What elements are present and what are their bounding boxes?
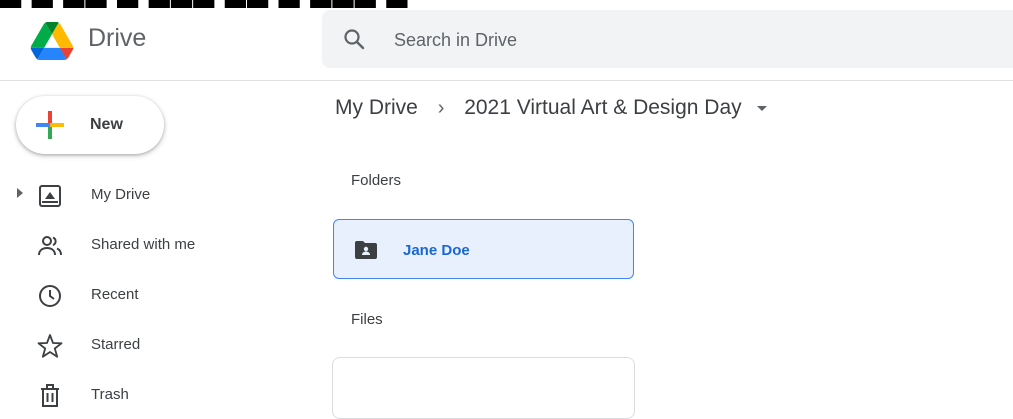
sidebar-item-recent[interactable]: Recent	[0, 274, 300, 318]
my-drive-icon	[39, 185, 61, 207]
shared-icon	[38, 236, 62, 256]
sidebar-item-label: Starred	[91, 336, 141, 353]
expand-arrow-icon[interactable]	[17, 188, 23, 198]
dropdown-arrow-icon[interactable]	[757, 105, 768, 111]
file-card[interactable]	[332, 357, 635, 419]
folder-card[interactable]: Jane Doe	[333, 219, 634, 279]
sidebar-item-label: Recent	[91, 286, 139, 303]
trash-icon	[41, 384, 59, 407]
new-button-label: New	[90, 116, 123, 133]
star-icon	[37, 334, 63, 358]
sidebar-item-my-drive[interactable]: My Drive	[0, 174, 300, 218]
search-input[interactable]	[392, 24, 896, 56]
folders-heading: Folders	[351, 172, 402, 189]
chevron-right-icon: ›	[437, 96, 445, 119]
sidebar-item-shared-with-me[interactable]: Shared with me	[0, 224, 300, 268]
search-bar[interactable]	[322, 10, 1013, 68]
sidebar-item-label: Trash	[91, 386, 129, 403]
app-name: Drive	[88, 24, 147, 52]
breadcrumb: My Drive › 2021 Virtual Art & Design Day	[335, 96, 768, 126]
sidebar-item-starred[interactable]: Starred	[0, 324, 300, 368]
new-button[interactable]: New	[16, 96, 164, 154]
plus-icon	[36, 111, 64, 139]
shared-folder-icon	[355, 241, 377, 259]
drive-logo-icon	[30, 22, 74, 60]
breadcrumb-root[interactable]: My Drive	[335, 96, 418, 120]
search-icon[interactable]	[342, 27, 366, 51]
sidebar-item-label: Shared with me	[91, 236, 196, 253]
sidebar-item-label: My Drive	[91, 186, 151, 203]
clock-icon	[39, 285, 61, 307]
files-heading: Files	[351, 311, 383, 328]
breadcrumb-current[interactable]: 2021 Virtual Art & Design Day	[464, 96, 741, 120]
sidebar-item-trash[interactable]: Trash	[0, 374, 300, 418]
folder-name: Jane Doe	[403, 242, 470, 259]
top-bar: Drive	[0, 0, 1013, 81]
